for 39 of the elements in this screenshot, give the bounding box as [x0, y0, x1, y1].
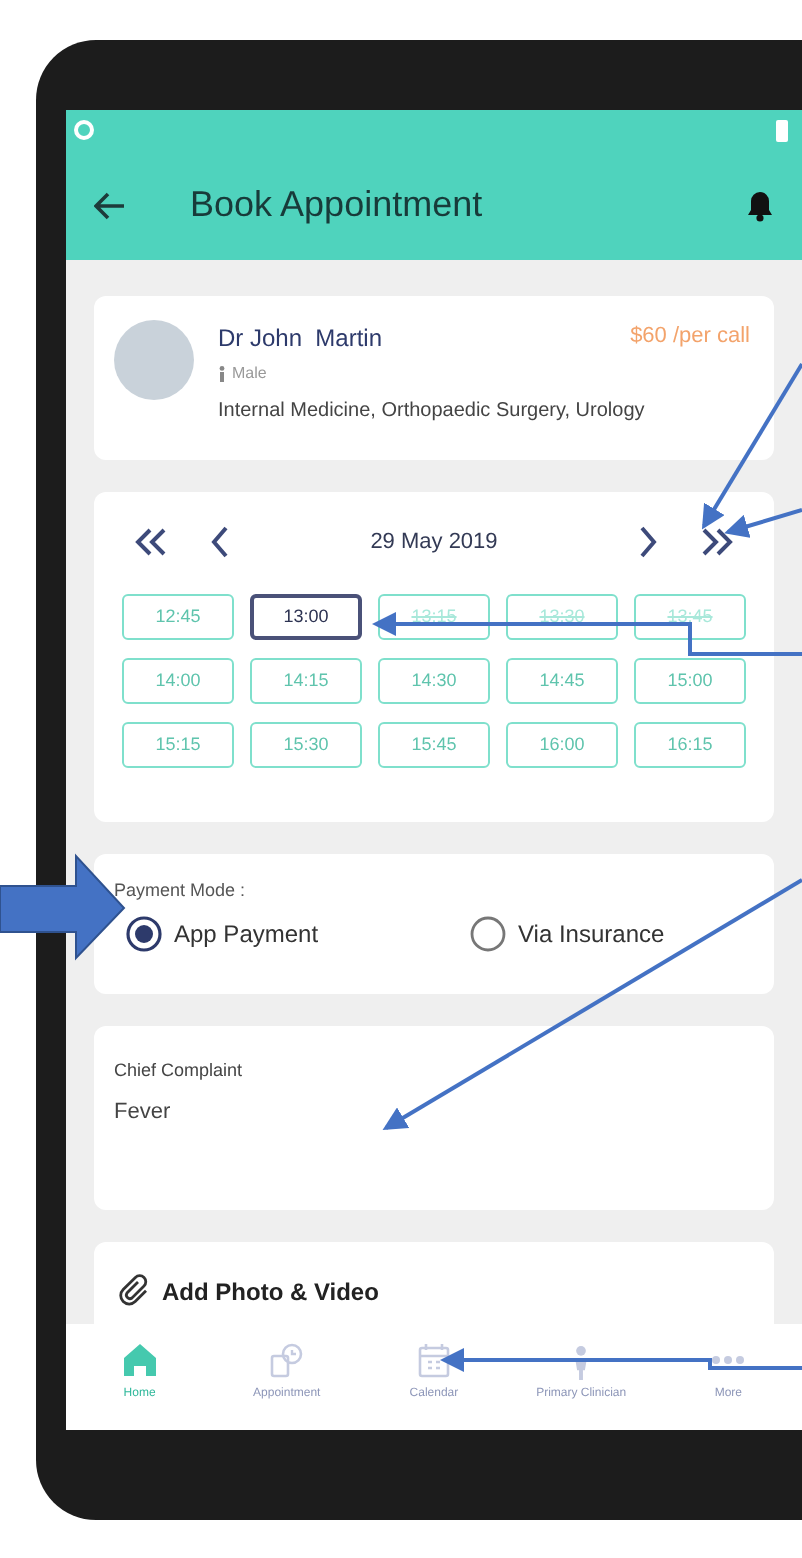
time-slot[interactable]: 14:30 — [378, 658, 490, 704]
payment-option[interactable]: Via Insurance — [470, 915, 665, 951]
time-slot[interactable]: 15:15 — [122, 722, 234, 768]
previous-month-button[interactable] — [134, 528, 170, 556]
doctor-name: Dr John Martin — [218, 322, 383, 356]
notification-icon — [74, 120, 94, 140]
time-slot[interactable]: 16:00 — [506, 722, 618, 768]
time-slot[interactable]: 16:15 — [634, 722, 746, 768]
more-icon — [712, 1356, 745, 1364]
time-slot[interactable]: 14:00 — [122, 658, 234, 704]
time-slot[interactable]: 14:15 — [250, 658, 362, 704]
photo-placeholder — [114, 320, 194, 400]
bell-icon[interactable] — [746, 189, 774, 221]
time-slot[interactable]: 15:00 — [634, 658, 746, 704]
gender-label: Male — [232, 362, 267, 386]
payment-mode-label: Payment Mode : — [114, 878, 248, 904]
price-label: $60 /per call — [630, 322, 752, 352]
selected-date: 29 May 2019 — [368, 527, 500, 558]
next-day-button[interactable] — [638, 526, 658, 558]
next-month-button[interactable] — [698, 528, 734, 556]
complaint-label: Chief Complaint — [114, 1058, 245, 1084]
person-icon — [218, 366, 226, 382]
complaint-input[interactable]: Fever — [114, 1095, 754, 1199]
time-slot[interactable]: 15:45 — [378, 722, 490, 768]
time-slot[interactable]: 13:00 — [250, 594, 362, 640]
clock-document-icon — [266, 1340, 307, 1380]
time-slot[interactable]: 14:45 — [506, 658, 618, 704]
time-slot[interactable]: 15:30 — [250, 722, 362, 768]
calendar-icon — [413, 1340, 454, 1380]
battery-icon — [774, 117, 790, 143]
previous-day-button[interactable] — [210, 526, 230, 558]
specialties-text: Internal Medicine, Orthopaedic Surgery, Urology — [218, 398, 647, 426]
screen-title: Book Appointment — [190, 182, 485, 228]
payment-option[interactable]: App Payment — [126, 915, 470, 951]
home-icon — [119, 1340, 160, 1380]
paperclip-icon — [118, 1274, 150, 1306]
add-photo-video-button[interactable]: Add Photo & Video — [94, 1242, 774, 1324]
person-icon — [574, 1346, 589, 1380]
time-slot[interactable]: 12:45 — [122, 594, 234, 640]
